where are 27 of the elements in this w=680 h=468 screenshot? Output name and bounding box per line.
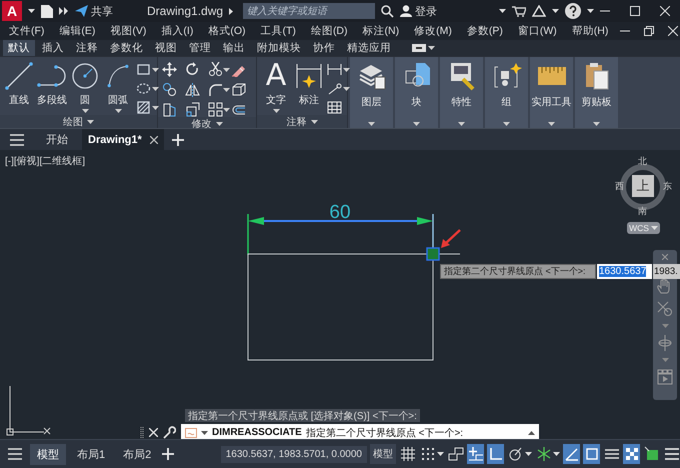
tool-label: 圆弧 [108, 94, 128, 107]
panel-title-label: 注释 [286, 116, 306, 128]
coordinates-readout: 1630.5637, 1983.5701, 0.0000 [220, 446, 367, 462]
tool-label: 文字 [266, 94, 286, 107]
text-tool-icon: A [266, 61, 286, 91]
panel-title-label: 修改 [192, 118, 212, 130]
tool-label: 标注 [299, 94, 319, 107]
tab-label: Drawing1* [88, 134, 142, 146]
button-label: 组 [502, 96, 512, 109]
button-label: 图层 [362, 96, 382, 109]
tool-label: 直线 [9, 94, 29, 107]
tab-label: 开始 [46, 133, 68, 147]
tool-label: 多段线 [37, 94, 67, 107]
button-label: 实用工具 [532, 96, 572, 109]
document-title: Drawing1.dwg [147, 4, 224, 18]
command-history: 指定第一个尺寸界线原点或 [选择对象(S)] <下一个>: [185, 409, 420, 422]
command-prompt: 指定第二个尺寸界线原点 <下一个>: [306, 426, 464, 439]
button-label: 剪贴板 [582, 96, 612, 109]
share-label: 共享 [91, 4, 113, 18]
dimension-prompt: 指定第二个尺寸界线原点 <下一个>: [440, 264, 596, 279]
dimension-text: 60 [329, 202, 351, 223]
panel-title-label: 绘图 [63, 116, 83, 128]
command-name: DIMREASSOCIATE [212, 427, 302, 438]
button-label: 特性 [452, 96, 472, 109]
tool-label: 圆 [80, 94, 90, 107]
button-label: 块 [412, 96, 422, 109]
sign-in-label: 登录 [415, 4, 438, 18]
